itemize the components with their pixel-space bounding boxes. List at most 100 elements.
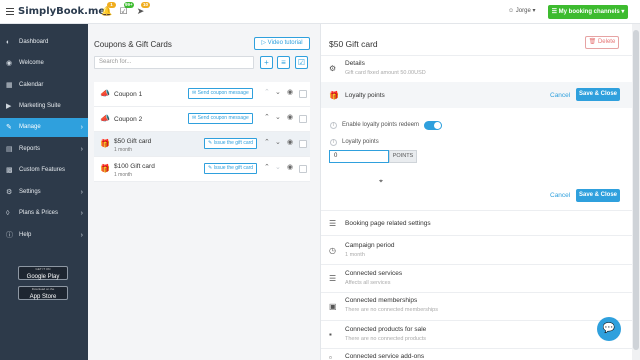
gift-icon: 🎁 <box>329 91 339 100</box>
sidebar-item-settings[interactable]: ⚙ Settings › <box>0 183 88 202</box>
sidebar-item-label: Dashboard <box>19 39 49 45</box>
chevron-right-icon: › <box>80 189 83 196</box>
connected-addons-title[interactable]: Connected service add-ons <box>345 353 424 360</box>
info-icon: i <box>330 122 337 129</box>
enable-loyalty-label: Enable loyalty points redeem <box>342 122 420 128</box>
sidebar-item-plans-prices[interactable]: ◊ Plans & Prices › <box>0 204 88 223</box>
details-section-title[interactable]: Details <box>345 60 365 67</box>
issue-gift-card-button[interactable]: ✎ Issue the gift card <box>204 138 258 149</box>
action-label: Send coupon message <box>197 115 249 121</box>
user-menu[interactable]: ☺ Jorge ▾ <box>508 7 536 14</box>
connected-memberships-title[interactable]: Connected memberships <box>345 297 417 304</box>
row-checkbox[interactable] <box>299 115 307 123</box>
list-item[interactable]: 📣 Coupon 1 ✉ Send coupon message ⌃ ⌄ ◉ <box>94 82 310 107</box>
divider <box>321 348 633 349</box>
move-down-icon[interactable]: ⌄ <box>275 163 281 171</box>
menu-icon[interactable] <box>6 8 14 15</box>
enable-loyalty-toggle[interactable] <box>424 121 442 130</box>
sidebar-item-help[interactable]: ⓘ Help › <box>0 226 88 245</box>
chevron-right-icon: › <box>80 124 83 131</box>
sidebar-item-label: Marketing Suite <box>19 103 61 109</box>
bell-icon[interactable]: 🔔 1 <box>101 2 116 17</box>
app-store-badge[interactable]: Download on the App Store <box>18 286 68 300</box>
list-item[interactable]: 🎁 $50 Gift card 1 month ✎ Issue the gift… <box>94 132 310 157</box>
send-coupon-message-button[interactable]: ✉ Send coupon message <box>188 113 253 124</box>
info-icon: i <box>330 139 337 146</box>
divider <box>321 55 633 56</box>
list-item[interactable]: 📣 Coupon 2 ✉ Send coupon message ⌃ ⌄ ◉ <box>94 107 310 132</box>
list-view-button[interactable]: ≡ <box>277 56 290 69</box>
sidebar-item-custom-features[interactable]: ▩ Custom Features <box>0 161 88 180</box>
logo[interactable]: SimplyBook.me <box>18 6 105 17</box>
item-name: Coupon 2 <box>114 116 143 123</box>
row-checkbox[interactable] <box>299 165 307 173</box>
divider <box>321 320 633 321</box>
sidebar-item-reports[interactable]: ▤ Reports › <box>0 140 88 159</box>
issue-gift-card-button[interactable]: ✎ Issue the gift card <box>204 163 258 174</box>
move-down-icon[interactable]: ⌄ <box>275 88 281 96</box>
move-up-icon[interactable]: ⌃ <box>264 88 270 96</box>
sidebar-item-label: Help <box>19 232 32 238</box>
move-up-icon[interactable]: ⌃ <box>264 163 270 171</box>
eye-icon[interactable]: ◉ <box>287 163 293 171</box>
my-booking-channels-button[interactable]: ☰ My booking channels ▾ <box>548 5 628 19</box>
row-checkbox[interactable] <box>299 140 307 148</box>
connected-services-title[interactable]: Connected services <box>345 270 402 277</box>
megaphone-icon: 📣 <box>100 114 110 123</box>
chat-icon[interactable]: 💬 <box>597 317 621 341</box>
help-icon: ⓘ <box>6 232 13 239</box>
details-section-subtitle: Gift card fixed amount 50.00USD <box>345 70 426 76</box>
sidebar-item-label: Custom Features <box>19 167 66 173</box>
app-store-label: App Store <box>29 294 57 300</box>
tasks-icon[interactable]: ☑ 99+ <box>118 2 134 17</box>
move-up-icon[interactable]: ⌃ <box>264 113 270 121</box>
save-close-button[interactable]: Save & Close <box>576 189 620 202</box>
google-play-badge[interactable]: GET IT ON Google Play <box>18 266 68 280</box>
search-input[interactable]: Search for... <box>94 56 254 69</box>
row-checkbox[interactable] <box>299 90 307 98</box>
megaphone-icon: 📣 <box>100 89 110 98</box>
chevron-right-icon: › <box>80 210 83 217</box>
scrollbar-thumb[interactable] <box>633 30 639 350</box>
gift-card-detail-panel: $50 Gift card 🗑 Delete ⚙ Details Gift ca… <box>320 24 633 360</box>
sidebar-item-welcome[interactable]: ◉ Welcome <box>0 54 88 73</box>
send-coupon-message-button[interactable]: ✉ Send coupon message <box>188 88 253 99</box>
select-all-button[interactable]: ☑ <box>295 56 308 69</box>
move-up-icon[interactable]: ⌃ <box>264 138 270 146</box>
puzzle-icon: ▩ <box>6 167 13 174</box>
divider <box>321 264 633 265</box>
gift-icon: 🎁 <box>100 164 110 173</box>
eye-icon[interactable]: ◉ <box>287 138 293 146</box>
addon-icon: ▫ <box>329 353 332 360</box>
item-name: $50 Gift card <box>114 138 152 145</box>
booking-page-settings-title[interactable]: Booking page related settings <box>345 220 431 227</box>
move-down-icon[interactable]: ⌄ <box>275 138 281 146</box>
eye-icon[interactable]: ◉ <box>287 88 293 96</box>
add-button[interactable]: + <box>260 56 273 69</box>
sidebar-item-label: Manage <box>19 124 41 130</box>
list-item[interactable]: 🎁 $100 Gift card 1 month ✎ Issue the gif… <box>94 157 310 182</box>
action-label: Issue the gift card <box>213 140 254 146</box>
video-tutorial-button[interactable]: ▷ Video tutorial <box>254 37 310 50</box>
sidebar-item-dashboard[interactable]: ◐ Dashboard <box>0 33 88 52</box>
send-icon[interactable]: ➤ 10 <box>135 2 150 17</box>
gear-icon: ⚙ <box>329 64 337 73</box>
sidebar-item-label: Calendar <box>19 82 44 88</box>
loyalty-section-header[interactable]: 🎁 Loyalty points Cancel Save & Close <box>321 82 633 108</box>
move-down-icon[interactable]: ⌄ <box>275 113 281 121</box>
save-close-button[interactable]: Save & Close <box>576 88 620 101</box>
gift-icon: 🎁 <box>100 139 110 148</box>
delete-button[interactable]: 🗑 Delete <box>585 36 619 49</box>
cancel-link[interactable]: Cancel <box>550 92 570 99</box>
connected-memberships-subtitle: There are no connected memberships <box>345 307 438 313</box>
eye-icon[interactable]: ◉ <box>287 113 293 121</box>
sidebar-item-manage[interactable]: ✎ Manage › <box>0 118 88 137</box>
sidebar-item-calendar[interactable]: ▦ Calendar <box>0 76 88 95</box>
pencil-icon: ✎ <box>6 124 12 131</box>
campaign-period-title[interactable]: Campaign period <box>345 242 395 249</box>
loyalty-points-input[interactable]: 0 <box>329 150 389 163</box>
sidebar-item-marketing-suite[interactable]: ▶ Marketing Suite <box>0 97 88 116</box>
connected-products-title[interactable]: Connected products for sale <box>345 326 426 333</box>
sidebar-item-label: Plans & Prices <box>19 210 59 216</box>
cancel-link[interactable]: Cancel <box>550 192 570 199</box>
